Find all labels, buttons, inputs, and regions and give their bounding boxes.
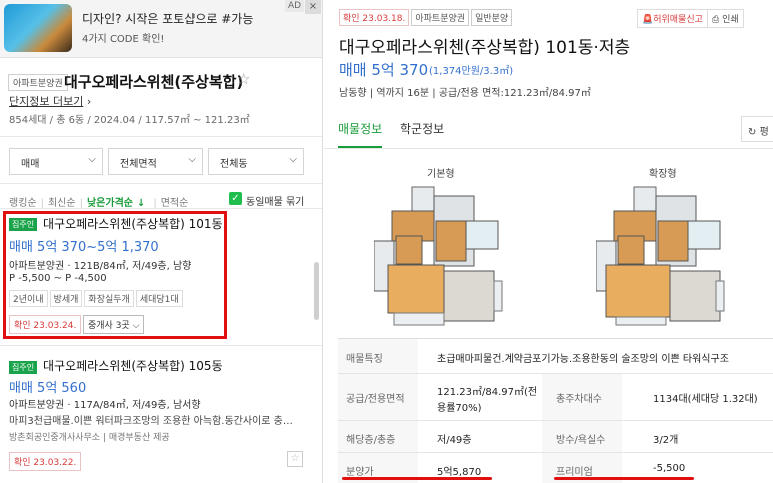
star-icon[interactable]: ☆: [287, 451, 303, 467]
spec-key-floor: 해당층/총층: [346, 435, 396, 446]
divider: [338, 452, 773, 453]
plan-extended-label: 확장형: [649, 169, 677, 180]
spec-key-rooms: 방수/욕실수: [556, 435, 606, 446]
print-label: 인쇄: [722, 15, 739, 25]
listing-price: 매매 5억 560: [9, 381, 87, 396]
divider: [0, 183, 322, 184]
detail-price-per-area: (1,374만원/3.3㎡): [429, 66, 514, 77]
complex-title: 대구오페라스위첸(주상복합): [64, 73, 244, 91]
divider: [338, 420, 773, 421]
detail-panel: 확인 23.03.18. 아파트분양권 일반분양 🚨허위매물신고 ⎙ 인쇄 대구오페…: [324, 0, 773, 483]
report-button[interactable]: 🚨허위매물신고: [637, 9, 708, 28]
chevron-down-icon: ⌵: [188, 154, 196, 165]
same-listing-checkbox[interactable]: ✓: [229, 192, 242, 205]
spec-key-sale-price: 분양가: [346, 467, 374, 478]
sort-options: 랭킹순 | 최신순 | 낮은가격순 ↓ | 면적순: [9, 198, 189, 209]
chevron-right-icon: ›: [86, 95, 92, 108]
spec-value-floor: 저/49층: [437, 435, 472, 446]
tab-school-info[interactable]: 학군정보: [400, 120, 444, 137]
spec-value-area: 121.23㎡/84.97㎡(전: [437, 387, 538, 398]
divider: [338, 373, 773, 374]
complex-summary: 854세대 / 총 6동 / 2024.04 / 117.57㎡ ~ 121.2…: [9, 115, 250, 126]
listing-description: 마피3천급매물.이쁜 워터파크조망의 조용한 아늑함.동간사이로 충…: [9, 416, 293, 427]
listing-agency: 방촌회공인중개사사무소 | 매경부동산 제공: [9, 433, 170, 443]
star-icon[interactable]: ☆: [237, 70, 250, 88]
detail-tags: 확인 23.03.18. 아파트분양권 일반분양: [339, 9, 514, 26]
area-unit-toggle[interactable]: ↻ 평: [741, 116, 773, 142]
highlight-box: [3, 211, 227, 339]
listing-details: 아파트분양권 · 117A/84㎡, 저/49층, 남서향: [9, 400, 201, 411]
complex-type-tag: 아파트분양권: [8, 74, 68, 91]
divider: [0, 345, 322, 346]
same-listing-label[interactable]: 동일매물 묶기: [246, 193, 304, 208]
report-label: 허위매물신고: [653, 15, 703, 25]
listing-title[interactable]: 대구오페라스위첸(주상복합) 105동: [43, 357, 223, 374]
detail-info: 남동향 | 역까지 16분 | 공급/전용 면적:121.23㎡/84.97㎡: [339, 88, 591, 99]
floor-plan-extended[interactable]: [596, 181, 726, 331]
tab-listing-info[interactable]: 매물정보: [338, 120, 383, 148]
scrollbar[interactable]: [314, 262, 319, 320]
type-tag: 아파트분양권: [411, 9, 470, 26]
spec-key-premium: 프리미엄: [556, 467, 593, 478]
area-unit-label: 평: [759, 127, 769, 138]
listing-panel: 디자인? 시작은 포토샵으로 #가능 4가지 CODE 확인! AD × 아파트…: [0, 0, 323, 483]
owner-badge: 집주인: [9, 360, 38, 374]
ad-subtitle[interactable]: 4가지 CODE 확인!: [82, 30, 164, 45]
close-icon[interactable]: ×: [305, 0, 321, 14]
spec-value-area-ratio: 용률70%): [437, 403, 482, 414]
spec-value-rooms: 3/2개: [653, 435, 679, 446]
dong-value: 전체동: [220, 159, 248, 170]
ad-banner[interactable]: 디자인? 시작은 포토샵으로 #가능 4가지 CODE 확인! AD ×: [0, 0, 322, 58]
refresh-icon: ↻: [748, 127, 757, 138]
floor-plan-basic[interactable]: [374, 181, 504, 331]
spec-value-premium: -5,500: [653, 463, 686, 474]
listing-item[interactable]: 집주인: [9, 360, 38, 374]
divider: [324, 148, 773, 149]
area-select[interactable]: 전체면적 ⌵: [108, 148, 203, 175]
complex-info-link[interactable]: 단지정보 더보기 ›: [9, 93, 91, 109]
dong-select[interactable]: 전체동 ⌵: [208, 148, 304, 175]
area-value: 전체면적: [120, 159, 157, 170]
siren-icon: 🚨: [642, 15, 654, 25]
chevron-down-icon: ⌵: [289, 154, 297, 165]
trade-type-value: 매매: [21, 159, 40, 170]
chevron-down-icon: ⌵: [88, 154, 96, 165]
spec-value-feature: 초급매마피물건.계약금포기가능.조용한동의 술조망의 이쁜 타워식구조: [437, 354, 729, 365]
spec-key-area: 공급/전용면적: [346, 394, 405, 405]
complex-info-link-label: 단지정보 더보기: [9, 95, 84, 108]
spec-value-sale-price: 5억5,870: [437, 467, 482, 478]
ad-title[interactable]: 디자인? 시작은 포토샵으로 #가능: [82, 10, 253, 27]
spec-key-feature: 매물특징: [346, 354, 383, 365]
detail-title: 대구오페라스위첸(주상복합) 101동·저층: [339, 38, 631, 58]
plan-basic-label: 기본형: [427, 169, 455, 180]
ad-badge: AD: [285, 0, 305, 12]
print-button[interactable]: ⎙ 인쇄: [707, 9, 744, 28]
detail-price: 매매 5억 370: [339, 61, 429, 79]
sale-tag: 일반분양: [471, 9, 513, 26]
spec-value-parking: 1134대(세대당 1.32대): [653, 394, 758, 405]
highlight-underline: [554, 477, 694, 480]
trade-type-select[interactable]: 매매 ⌵: [9, 148, 103, 175]
divider: [0, 208, 322, 209]
ad-thumbnail[interactable]: [4, 4, 72, 52]
confirm-date: 확인 23.03.22.: [9, 452, 82, 471]
highlight-underline: [342, 477, 492, 480]
divider: [0, 136, 322, 137]
spec-key-parking: 총주차대수: [556, 394, 602, 405]
print-icon: ⎙: [712, 15, 720, 25]
confirm-tag: 확인 23.03.18.: [339, 9, 410, 26]
